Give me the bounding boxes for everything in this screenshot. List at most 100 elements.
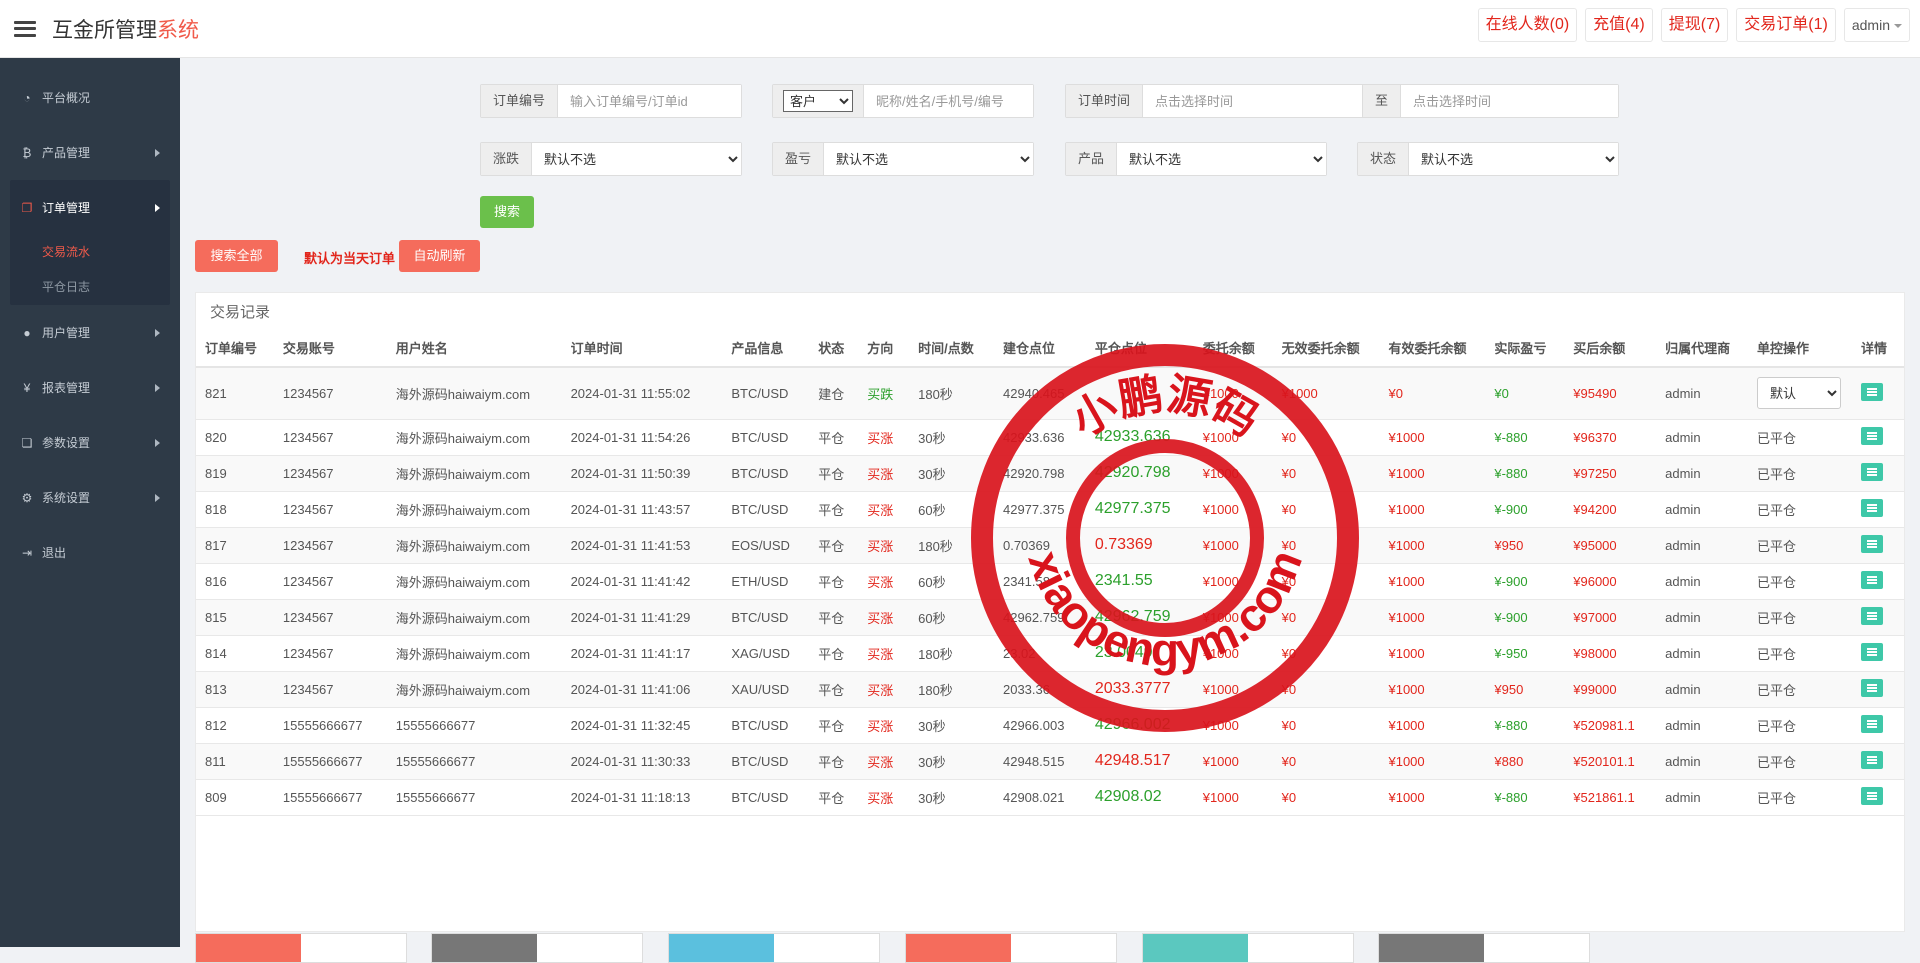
order-time-cell: 2024-01-31 11:18:13: [561, 779, 723, 816]
detail-cell: [1851, 491, 1904, 528]
app-logo[interactable]: 互金所管理系统: [52, 14, 199, 44]
profit-select[interactable]: 默认不选: [824, 143, 1033, 175]
sidebar-item-reports[interactable]: ¥ 报表管理: [0, 360, 180, 415]
caret-right-icon: [155, 438, 160, 447]
detail-cell: [1851, 671, 1904, 708]
stat-label: [1379, 934, 1484, 962]
detail-list-icon[interactable]: [1860, 534, 1883, 553]
account-cell: 1234567: [273, 455, 387, 492]
control-op-select[interactable]: 默认: [1757, 377, 1842, 410]
order-time-cell: 2024-01-31 11:50:39: [561, 455, 723, 492]
order-no-input[interactable]: [558, 85, 741, 117]
recharge-button[interactable]: 充值(4): [1585, 8, 1653, 42]
online-users-button[interactable]: 在线人数(0): [1477, 8, 1578, 42]
detail-list-icon[interactable]: [1860, 714, 1883, 733]
valid-entrust-cell: ¥1000: [1379, 779, 1486, 816]
invalid-entrust-cell: ¥0: [1272, 707, 1380, 744]
table-row: 813 1234567 海外源码haiwaiym.com 2024-01-31 11:…: [196, 671, 1904, 708]
status-cell: 平仓: [809, 743, 859, 780]
detail-list-icon[interactable]: [1860, 462, 1883, 481]
status-select[interactable]: 默认不选: [1409, 143, 1618, 175]
user-name-cell: 海外源码haiwaiym.com: [386, 491, 562, 528]
withdraw-button[interactable]: 提现(7): [1660, 8, 1729, 42]
account-cell: 1234567: [273, 491, 387, 528]
status-cell: 建仓: [809, 367, 859, 420]
rise-fall-filter: 涨跌 默认不选: [480, 142, 742, 176]
gears-icon: ⚙: [21, 490, 33, 505]
search-all-button[interactable]: 搜索全部: [195, 240, 278, 272]
account-cell: 1234567: [273, 367, 387, 420]
sidebar-item-orders[interactable]: ❐ 订单管理: [10, 180, 170, 235]
sidebar: ◔ 平台概况 ₿ 产品管理 ❐ 订单管理 交易流水 平仓日志 ● 用户管理 ¥ 报表管理 …: [0, 58, 180, 947]
auto-refresh-button[interactable]: 自动刷新: [399, 240, 480, 272]
end-time-filter: 至: [1362, 84, 1619, 118]
direction-cell: 买涨: [858, 527, 910, 564]
detail-list-icon[interactable]: [1860, 642, 1883, 661]
stat-label: [1143, 934, 1248, 962]
status-cell: 平仓: [809, 779, 859, 816]
invalid-entrust-cell: ¥1000: [1272, 367, 1380, 420]
product-select[interactable]: 默认不选: [1117, 143, 1326, 175]
sidebar-item-overview[interactable]: ◔ 平台概况: [0, 70, 180, 125]
order-id-cell: 813: [196, 671, 274, 708]
detail-list-icon[interactable]: [1860, 678, 1883, 697]
stat-box: [195, 933, 407, 963]
balance-after-cell: ¥520101.1: [1564, 743, 1657, 780]
detail-list-icon[interactable]: [1860, 786, 1883, 805]
sidebar-item-users[interactable]: ● 用户管理: [0, 305, 180, 360]
entrust-balance-cell: ¥1000: [1193, 367, 1273, 420]
end-time-input[interactable]: [1401, 85, 1618, 117]
sidebar-item-system[interactable]: ⚙ 系统设置: [0, 470, 180, 525]
control-op-cell: 已平仓: [1748, 635, 1852, 672]
control-op-cell: 已平仓: [1748, 455, 1852, 492]
rise-fall-select[interactable]: 默认不选: [532, 143, 741, 175]
admin-user-menu[interactable]: admin: [1843, 8, 1910, 42]
sidebar-label: 参数设置: [42, 436, 91, 450]
start-time-input[interactable]: [1143, 85, 1364, 117]
detail-list-icon[interactable]: [1860, 426, 1883, 445]
stat-value: [1011, 934, 1116, 962]
trade-records-table: 订单编号 交易账号 用户姓名 订单时间 产品信息 状态 方向 时间/点数 建仓点位 平仓点位 委托余…: [196, 329, 1904, 816]
invalid-entrust-cell: ¥0: [1272, 743, 1380, 780]
balance-after-cell: ¥96000: [1564, 563, 1657, 600]
table-body: 821 1234567 海外源码haiwaiym.com 2024-01-31 11:…: [196, 367, 1904, 816]
detail-list-icon[interactable]: [1860, 750, 1883, 769]
stat-value: [1248, 934, 1353, 962]
order-time-cell: 2024-01-31 11:41:53: [561, 527, 723, 564]
open-price-cell: 42948.515: [993, 743, 1086, 780]
files-icon: ❏: [21, 435, 33, 450]
sidebar-item-params[interactable]: ❏ 参数设置: [0, 415, 180, 470]
actual-pnl-cell: ¥-900: [1485, 491, 1565, 528]
control-op-cell: 已平仓: [1748, 419, 1852, 456]
entrust-balance-cell: ¥1000: [1193, 491, 1273, 528]
dashboard-icon: ◔: [23, 90, 31, 105]
detail-list-icon[interactable]: [1860, 606, 1883, 625]
invalid-entrust-cell: ¥0: [1272, 491, 1380, 528]
detail-list-icon[interactable]: [1860, 570, 1883, 589]
detail-list-icon[interactable]: [1860, 382, 1883, 401]
stat-box: [431, 933, 643, 963]
entrust-balance-cell: ¥1000: [1193, 707, 1273, 744]
search-button[interactable]: 搜索: [480, 196, 534, 228]
trade-orders-button[interactable]: 交易订单(1): [1736, 8, 1836, 42]
close-price-cell: 2033.3777: [1085, 671, 1194, 708]
sidebar-item-products[interactable]: ₿ 产品管理: [0, 125, 180, 180]
customer-input[interactable]: [864, 85, 1033, 117]
open-price-cell: 42920.798: [993, 455, 1086, 492]
detail-list-icon[interactable]: [1860, 498, 1883, 517]
order-time-filter: 订单时间: [1065, 84, 1365, 118]
valid-entrust-cell: ¥0: [1379, 367, 1486, 420]
sidebar-item-logout[interactable]: ⇥ 退出: [0, 525, 180, 580]
status-cell: 平仓: [809, 671, 859, 708]
valid-entrust-cell: ¥1000: [1379, 743, 1486, 780]
customer-type-select[interactable]: 客户: [783, 90, 853, 112]
open-price-cell: 42940.465: [993, 367, 1086, 420]
sidebar-subitem-close-log[interactable]: 平仓日志: [10, 270, 170, 305]
column-header: 实际盈亏: [1485, 329, 1565, 368]
direction-cell: 买涨: [858, 779, 910, 816]
user-name-cell: 海外源码haiwaiym.com: [386, 527, 562, 564]
valid-entrust-cell: ¥1000: [1379, 599, 1486, 636]
hamburger-menu-icon[interactable]: [14, 20, 36, 37]
rise-fall-label: 涨跌: [481, 143, 533, 175]
sidebar-subitem-trade-flow[interactable]: 交易流水: [10, 235, 170, 270]
